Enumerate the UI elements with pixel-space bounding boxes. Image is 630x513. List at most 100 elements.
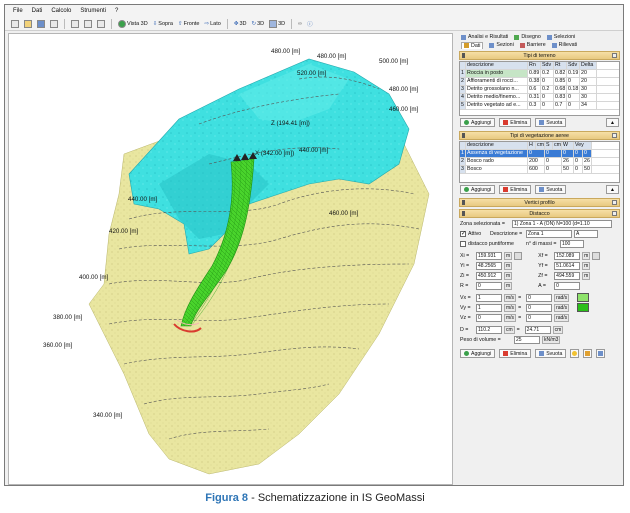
delete-terreno-button[interactable]: Elimina	[499, 118, 532, 127]
menu-strumenti[interactable]: Strumenti	[80, 8, 106, 14]
check-button[interactable]	[583, 349, 593, 358]
cell: 0	[562, 150, 574, 157]
delete-distacco-button[interactable]: Elimina	[499, 349, 532, 358]
expand-icon[interactable]	[612, 200, 617, 205]
table-row[interactable]: 1 Roccia in posto 0.89 0.2 0.82 0.19 20	[460, 70, 619, 78]
vy-input[interactable]: 1	[476, 303, 502, 312]
vx-rot-input[interactable]: 0	[526, 293, 553, 302]
descrizione-input[interactable]: Zona 1	[526, 229, 572, 238]
arrow-right-icon: ⇨	[204, 20, 210, 27]
print-button[interactable]	[49, 18, 59, 29]
attivo-checkbox[interactable]: ✓	[460, 230, 466, 237]
zona-select[interactable]: 1) Zona 1 - A (ON) N=100 (d=1.10	[512, 219, 612, 228]
axis-x-label: X (342.00 [m])	[255, 150, 295, 157]
elev-label: 460.00 [m]	[389, 106, 419, 113]
puntiforme-checkbox[interactable]	[460, 240, 466, 247]
menu-file[interactable]: File	[13, 8, 23, 14]
attivo-label: Attivo	[468, 230, 482, 237]
xf-input[interactable]: 152.089	[554, 251, 581, 260]
r-input[interactable]: 0	[476, 281, 502, 290]
table-row-selected[interactable]: 1 Assenza di vegetazione 0 0 0 0 0	[460, 150, 619, 158]
d2-input[interactable]: 24.71	[524, 325, 551, 334]
attivo-row: ✓ Attivo Descrizione = Zona 1 A	[457, 229, 622, 238]
table-row[interactable]: 2 Bosco rado 200 0 26 0 26	[460, 158, 619, 166]
cube-icon	[269, 19, 278, 28]
tab-dati[interactable]: Dati	[461, 41, 484, 49]
clear-distacco-button[interactable]: Svuota	[535, 349, 567, 358]
table-row[interactable]: 2 Affioramenti di rocci... 0.38 0 0.85 0…	[460, 78, 619, 86]
pick-icon[interactable]	[514, 251, 523, 260]
vegetazione-header[interactable]: Tipi di vegetazione aeree	[459, 131, 620, 140]
copy-button[interactable]	[83, 18, 93, 29]
d-input[interactable]: 110.2	[476, 325, 502, 334]
info-button[interactable]: ⓘ	[306, 18, 314, 29]
help-button[interactable]	[596, 349, 606, 358]
table-header-cell: Rt	[554, 62, 567, 69]
open-file-button[interactable]	[23, 18, 33, 29]
bulb-icon	[572, 351, 578, 356]
light-button[interactable]	[570, 349, 580, 358]
peso-input[interactable]: 25	[514, 335, 540, 344]
equals-sign: =	[516, 326, 520, 333]
vx-input[interactable]: 1	[476, 293, 502, 302]
menu-dati[interactable]: Dati	[32, 8, 43, 14]
sopra-button[interactable]: ⇩ Sopra	[152, 18, 174, 29]
vz-input[interactable]: 0	[476, 313, 502, 322]
delete-vegetazione-button[interactable]: Elimina	[499, 185, 532, 194]
cell: 0.2	[541, 70, 554, 77]
fronte-button[interactable]: ⇧ Fronte	[177, 18, 201, 29]
vz-rot-input[interactable]: 0	[526, 313, 553, 322]
menu-help[interactable]: ?	[115, 8, 118, 14]
xi-input[interactable]: 159.931	[476, 251, 502, 260]
view3d-button-1[interactable]: ✥ 3D	[233, 18, 248, 29]
dropdown-icon[interactable]	[612, 133, 617, 138]
unit-label: cm	[504, 325, 515, 334]
distacco-header[interactable]: Distacco	[459, 209, 620, 218]
3d-viewport[interactable]: 480.00 [m] 480.00 [m] 500.00 [m] 520.00 …	[8, 33, 453, 485]
pick-icon[interactable]	[592, 251, 601, 260]
tab-barriere[interactable]: Barriere	[519, 42, 546, 48]
zi-input[interactable]: 450.912	[476, 271, 502, 280]
add-distacco-button[interactable]: Aggiungi	[460, 349, 496, 358]
color-swatch[interactable]	[577, 293, 590, 302]
tab-rilievati[interactable]: Rilievati	[551, 42, 577, 48]
a-input[interactable]: 0	[554, 281, 581, 290]
table-row[interactable]: 4 Detrito medio/finemo... 0.31 0 0.83 0 …	[460, 94, 619, 102]
cut-button[interactable]	[70, 18, 80, 29]
info-icon: ⓘ	[307, 21, 313, 28]
view3d-button-3[interactable]: 3D	[268, 18, 286, 29]
tab-sezioni[interactable]: Sezioni	[489, 42, 514, 48]
zf-input[interactable]: 494.559	[554, 271, 581, 280]
descrizione-code-input[interactable]: A	[574, 229, 598, 238]
table-row[interactable]: 3 Detrito grossolano n... 0.6 0.2 0.68 0…	[460, 86, 619, 94]
yi-input[interactable]: 48.2565	[476, 261, 502, 270]
new-file-button[interactable]	[10, 18, 20, 29]
yf-input[interactable]: 51.0614	[554, 261, 581, 270]
clear-vegetazione-button[interactable]: Svuota	[535, 185, 567, 194]
link-button[interactable]: ∞	[297, 18, 303, 29]
tab-analisi[interactable]: Analisi e Risultati	[461, 34, 508, 40]
color-swatch[interactable]	[577, 303, 590, 312]
view3d-button-2[interactable]: ↻ 3D	[250, 18, 265, 29]
tab-disegno[interactable]: Disegno	[514, 34, 541, 40]
paste-button[interactable]	[96, 18, 106, 29]
save-button[interactable]	[36, 18, 46, 29]
dropdown-icon[interactable]	[612, 53, 617, 58]
vista3d-button[interactable]: Vista 3D	[117, 18, 149, 29]
add-terreno-button[interactable]: Aggiungi	[460, 118, 496, 127]
lato-button[interactable]: ⇨ Lato	[204, 18, 222, 29]
collapse-vegetazione-button[interactable]: ▲	[605, 185, 619, 194]
table-row[interactable]: 3 Bosco 600 0 50 0 50	[460, 166, 619, 174]
vy-rot-input[interactable]: 0	[526, 303, 553, 312]
collapse-terreno-button[interactable]: ▲	[605, 118, 619, 127]
tab-selezioni[interactable]: Selezioni	[546, 34, 575, 40]
add-vegetazione-button[interactable]: Aggiungi	[460, 185, 496, 194]
section-title: Vertici profilo	[524, 199, 555, 206]
table-row[interactable]: 5 Detrito vegetato ad e... 0.3 0 0.7 0 3…	[460, 102, 619, 110]
vertici-header[interactable]: Vertici profilo	[459, 198, 620, 207]
clear-terreno-button[interactable]: Svuota	[535, 118, 567, 127]
masse-input[interactable]: 100	[560, 239, 584, 248]
terreno-header[interactable]: Tipi di terreno	[459, 51, 620, 60]
dropdown-icon[interactable]	[612, 211, 617, 216]
menu-calcolo[interactable]: Calcolo	[51, 8, 71, 14]
